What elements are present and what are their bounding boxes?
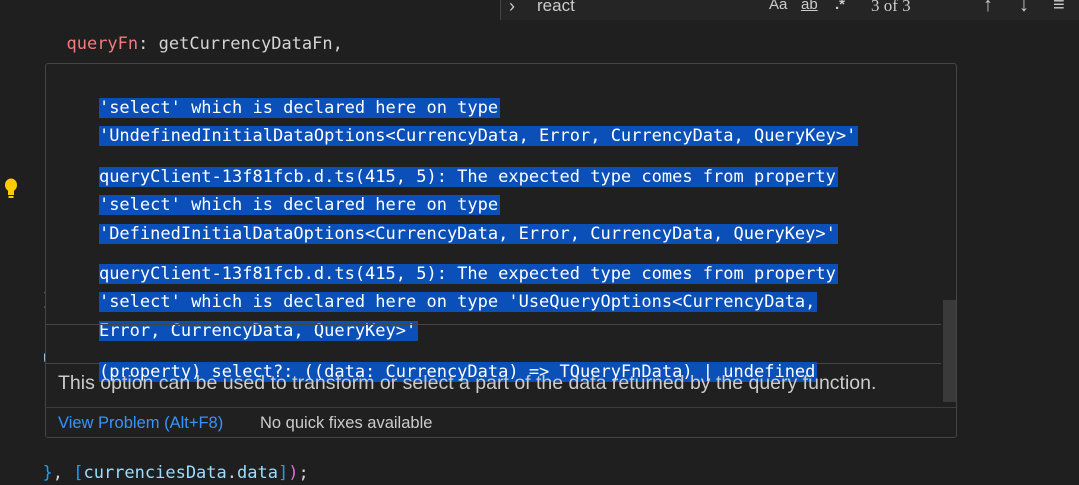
queryfn-comma: ,	[332, 34, 343, 54]
next-match-icon[interactable]: ↓	[1019, 0, 1029, 17]
deps-close-brace: }	[42, 463, 53, 483]
no-quick-fixes-label: No quick fixes available	[260, 414, 433, 432]
find-input[interactable]: react	[537, 0, 575, 16]
deps-comma: ,	[52, 463, 74, 483]
hover-scrollbar[interactable]	[943, 300, 956, 402]
deps-open-bracket: [	[73, 463, 84, 483]
view-problem-link[interactable]: View Problem (Alt+F8)	[58, 414, 223, 433]
match-case-toggle[interactable]: Aa	[769, 0, 787, 13]
hover-status-bar: View Problem (Alt+F8) No quick fixes ava…	[46, 407, 956, 437]
regex-toggle[interactable]: .*	[835, 0, 845, 13]
find-expand-chevron-icon[interactable]: ›	[509, 0, 515, 17]
deps-obj: currenciesData	[83, 463, 227, 483]
whole-word-toggle[interactable]: ab	[801, 0, 818, 13]
code-line-deps[interactable]: }, [currenciesData.data]);	[22, 437, 308, 483]
find-menu-icon[interactable]: ≡	[1053, 0, 1065, 17]
hover-documentation: This option can be used to transform or …	[58, 372, 877, 394]
hover-widget: 'select' which is declared here on type …	[45, 63, 957, 438]
hover-divider	[46, 363, 941, 364]
lightbulb-icon[interactable]	[4, 178, 18, 200]
deps-prop: data	[237, 463, 278, 483]
deps-close-bracket: ]	[277, 463, 289, 483]
deps-dot: .	[226, 463, 238, 483]
deps-semi: ;	[298, 463, 309, 483]
find-widget: › react Aa ab .* 3 of 3 ↑ ↓ ≡	[500, 0, 1079, 20]
code-line-queryfn[interactable]: queryFn: getCurrencyDataFn,	[46, 8, 342, 54]
deps-close-paren: )	[288, 463, 299, 483]
match-count: 3 of 3	[871, 0, 911, 15]
code-line-select[interactable]: select: (data) => {	[46, 37, 261, 83]
previous-match-icon[interactable]: ↑	[983, 0, 993, 17]
hover-divider	[46, 324, 941, 325]
